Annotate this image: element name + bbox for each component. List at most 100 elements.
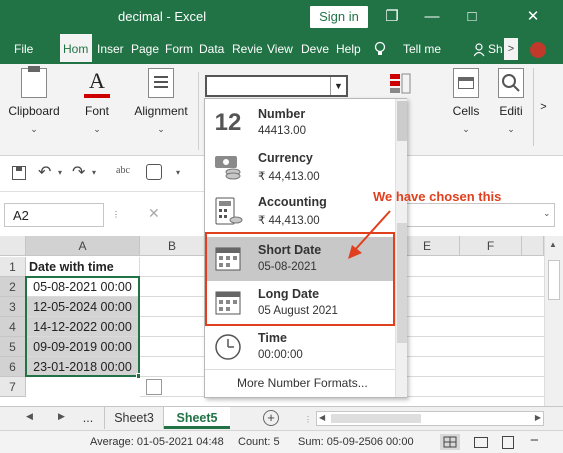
tab-split-handle[interactable]: ⋮ — [304, 415, 312, 424]
format-item-currency[interactable]: Currency ₹ 44,413.00 — [205, 145, 395, 189]
save-icon[interactable] — [12, 166, 26, 180]
chevron-down-icon[interactable]: ▾ — [58, 168, 62, 177]
font-group[interactable]: A Font ⌄ — [70, 68, 124, 135]
tab-view[interactable]: View — [267, 34, 297, 64]
page-layout-view-icon[interactable] — [474, 437, 488, 448]
ribbon-display-options-icon[interactable]: ❐ — [372, 5, 412, 29]
clipboard-group[interactable]: Clipboard ⌄ — [6, 66, 62, 135]
tab-formulas[interactable]: Form — [165, 34, 196, 64]
dropdown-divider — [205, 369, 395, 370]
redo-icon[interactable]: ↷ — [72, 162, 85, 182]
alignment-label: Alignment — [134, 104, 188, 118]
horizontal-scrollbar[interactable]: ◀ ▶ — [316, 411, 544, 426]
editing-group[interactable]: Editi ⌄ — [496, 68, 526, 135]
tab-developer[interactable]: Deve — [301, 34, 331, 64]
name-box[interactable]: A2 — [4, 203, 104, 227]
ribbon-scroll-right-icon[interactable]: > — [533, 68, 553, 146]
add-sheet-button[interactable]: + — [263, 410, 279, 426]
status-count: Count: 5 — [238, 436, 280, 448]
maximize-button[interactable]: □ — [452, 5, 492, 29]
row-header-2[interactable]: 2 — [0, 277, 26, 297]
ribbon-divider — [198, 72, 199, 150]
number-12-icon: 12 — [214, 109, 242, 136]
clock-icon — [213, 332, 243, 362]
quick-analysis-icon[interactable] — [146, 379, 162, 395]
status-average: Average: 01-05-2021 04:48 — [90, 436, 224, 448]
tab-scroll-right-icon[interactable]: > — [504, 38, 518, 60]
cells-group[interactable]: Cells ⌄ — [444, 68, 488, 135]
format-preview: 44413.00 — [258, 125, 306, 137]
tab-review[interactable]: Revie — [232, 34, 262, 64]
row-header-3[interactable]: 3 — [0, 297, 26, 317]
vertical-scrollbar[interactable]: ▲ — [544, 236, 563, 406]
scroll-right-icon[interactable]: ▶ — [58, 411, 65, 422]
column-header-g[interactable] — [522, 236, 544, 256]
more-number-formats-link[interactable]: More Number Formats... — [237, 376, 368, 390]
annotation-arrow-icon — [348, 210, 391, 259]
select-all-corner[interactable] — [0, 236, 26, 256]
zoom-out-icon[interactable]: − — [530, 432, 539, 449]
column-b-cells[interactable] — [140, 257, 205, 397]
ribbon-tab-bar: File Hom Inser Page Form Data Revie View… — [0, 34, 563, 64]
tab-page-layout[interactable]: Page — [131, 34, 161, 64]
cell-a1-header[interactable]: Date with time — [26, 257, 140, 277]
window-title: decimal - Excel — [118, 9, 207, 24]
sign-in-button[interactable]: Sign in — [310, 6, 368, 28]
sheet-tab-sheet3[interactable]: Sheet3 — [104, 407, 164, 429]
column-e-f-cells[interactable] — [395, 257, 544, 397]
conditional-formatting-icon[interactable] — [388, 72, 414, 100]
chevron-down-icon[interactable]: ▾ — [92, 168, 96, 177]
cells-icon — [453, 68, 479, 98]
column-header-f[interactable]: F — [460, 236, 522, 256]
expand-formula-bar-icon[interactable]: ⌄ — [543, 208, 551, 219]
tab-home[interactable]: Hom — [60, 34, 92, 64]
close-button[interactable]: ✕ — [508, 5, 558, 29]
tab-file[interactable]: File — [14, 34, 48, 64]
column-header-b[interactable]: B — [140, 236, 205, 256]
sheet-tab-sheet5[interactable]: Sheet5 — [164, 407, 230, 429]
tab-insert[interactable]: Inser — [97, 34, 127, 64]
status-bar: Average: 01-05-2021 04:48 Count: 5 Sum: … — [0, 430, 563, 453]
cells-label: Cells — [452, 104, 480, 118]
cancel-icon[interactable]: ✕ — [148, 205, 160, 222]
row-header-6[interactable]: 6 — [0, 357, 26, 377]
editing-label: Editi — [499, 104, 523, 118]
currency-icon — [213, 152, 243, 182]
undo-icon[interactable]: ↶ — [38, 162, 51, 182]
normal-view-icon[interactable] — [440, 434, 460, 450]
formula-input[interactable] — [405, 203, 555, 227]
more-sheets-ellipsis[interactable]: ... — [78, 407, 98, 429]
row-header-4[interactable]: 4 — [0, 317, 26, 337]
row-header-7[interactable]: 7 — [0, 377, 26, 397]
clipboard-label: Clipboard — [8, 104, 60, 118]
font-color-icon: A — [84, 68, 110, 98]
chevron-down-icon: ⌄ — [30, 124, 38, 134]
settings-icon[interactable] — [146, 164, 162, 180]
format-preview: ₹ 44,413.00 — [258, 171, 320, 183]
customize-toolbar-icon[interactable]: ▾ — [176, 168, 180, 177]
namebox-dropdown-icon[interactable]: ⋮ — [112, 210, 120, 219]
share-button[interactable]: Sh — [488, 34, 503, 64]
number-format-combobox[interactable]: ▼ — [205, 75, 348, 97]
tell-me-search[interactable]: Tell me — [403, 34, 441, 64]
minimize-button[interactable]: — — [412, 5, 452, 29]
tab-help[interactable]: Help — [336, 34, 366, 64]
tab-data[interactable]: Data — [199, 34, 229, 64]
scroll-left-icon[interactable]: ◀ — [26, 411, 33, 422]
alignment-icon — [148, 68, 174, 98]
row-header-1[interactable]: 1 — [0, 257, 26, 277]
format-name: Currency — [258, 151, 313, 165]
format-item-time[interactable]: Time 00:00:00 — [205, 325, 395, 369]
format-item-number[interactable]: 12 Number 44413.00 — [205, 101, 395, 145]
spelling-icon[interactable]: abc — [116, 165, 130, 176]
row-header-5[interactable]: 5 — [0, 337, 26, 357]
dropdown-arrow-icon[interactable]: ▼ — [330, 77, 346, 95]
sheet-tab-bar: ◀ ▶ ... Sheet3 Sheet5 + ⋮ ◀ ▶ — [0, 406, 563, 430]
column-header-a[interactable]: A — [26, 236, 140, 256]
chevron-down-icon: ⌄ — [93, 124, 101, 134]
account-avatar[interactable] — [530, 42, 546, 58]
alignment-group[interactable]: Alignment ⌄ — [128, 68, 194, 135]
page-break-view-icon[interactable] — [502, 436, 514, 449]
lightbulb-icon — [374, 41, 386, 57]
search-icon — [498, 68, 524, 98]
